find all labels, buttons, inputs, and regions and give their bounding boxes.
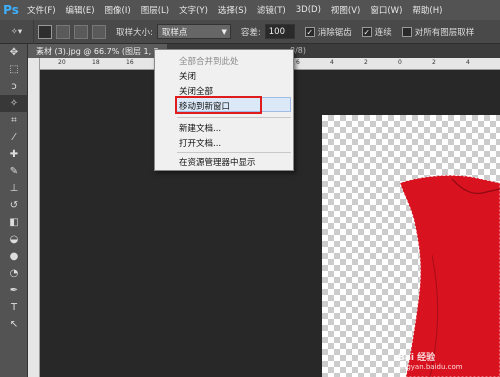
subtract-selection-button[interactable] bbox=[74, 24, 88, 39]
menu-filter[interactable]: 滤镜(T) bbox=[252, 4, 291, 16]
document-tab-title: 素材 (3).jpg @ 66.7% (图层 1, R bbox=[36, 46, 160, 56]
chevron-down-icon: ▼ bbox=[221, 27, 227, 36]
new-selection-button[interactable] bbox=[38, 24, 52, 39]
tools-panel: ✥ ⬚ ↄ ✧ ⌗ ⁄ ✚ ✎ ⊥ ↺ ◧ ◒ ● ◔ ✒ T ↖ bbox=[0, 44, 28, 377]
menu-edit[interactable]: 编辑(E) bbox=[61, 4, 100, 16]
all-layers-label: 对所有图层取样 bbox=[414, 27, 475, 38]
ruler-tick: 4 bbox=[330, 59, 334, 66]
contiguous-label: 连续 bbox=[374, 27, 392, 38]
menu-item-open-document[interactable]: 打开文档... bbox=[179, 137, 221, 149]
healing-brush-tool-icon[interactable]: ✚ bbox=[0, 146, 28, 163]
photoshop-logo: Ps bbox=[3, 3, 19, 17]
ruler-tick: 0 bbox=[398, 59, 402, 66]
ruler-tick: 2 bbox=[364, 59, 368, 66]
menu-item-show-in-explorer[interactable]: 在资源管理器中显示 bbox=[179, 156, 256, 168]
eraser-tool-icon[interactable]: ◧ bbox=[0, 214, 28, 231]
menu-separator bbox=[177, 152, 291, 153]
sample-size-label: 取样大小: bbox=[116, 27, 153, 38]
type-tool-icon[interactable]: T bbox=[0, 299, 28, 316]
menu-help[interactable]: 帮助(H) bbox=[407, 4, 447, 16]
ruler-tick: 16 bbox=[126, 59, 134, 66]
sample-size-value: 取样点 bbox=[161, 27, 188, 38]
menu-item-close[interactable]: 关闭 bbox=[179, 70, 196, 82]
marquee-tool-icon[interactable]: ⬚ bbox=[0, 61, 28, 78]
watermark-text: Bai 经验 bbox=[398, 353, 436, 363]
ruler-tick: 4 bbox=[466, 59, 470, 66]
move-tool-icon[interactable]: ✥ bbox=[0, 44, 28, 61]
anti-alias-checkbox[interactable]: ✓ bbox=[304, 26, 315, 37]
menu-3d[interactable]: 3D(D) bbox=[291, 5, 326, 15]
red-dress-image bbox=[399, 175, 500, 377]
eyedropper-tool-icon[interactable]: ⁄ bbox=[0, 129, 28, 146]
tab-context-menu: 全部合并到此处 关闭 关闭全部 移动到新窗口 新建文档... 打开文档... 在… bbox=[154, 49, 294, 171]
dodge-tool-icon[interactable]: ◔ bbox=[0, 265, 28, 282]
pen-tool-icon[interactable]: ✒ bbox=[0, 282, 28, 299]
menu-bar: Ps 文件(F) 编辑(E) 图像(I) 图层(L) 文字(Y) 选择(S) 滤… bbox=[0, 0, 500, 20]
menu-image[interactable]: 图像(I) bbox=[100, 4, 136, 16]
lasso-tool-icon[interactable]: ↄ bbox=[0, 78, 28, 95]
blur-tool-icon[interactable]: ● bbox=[0, 248, 28, 265]
tool-preset-picker[interactable]: ✧▾ bbox=[0, 19, 34, 44]
highlight-annotation-box bbox=[175, 96, 262, 114]
menu-separator bbox=[177, 117, 291, 118]
menu-type[interactable]: 文字(Y) bbox=[174, 4, 213, 16]
contiguous-checkbox[interactable]: ✓ bbox=[361, 26, 372, 37]
paint-bucket-tool-icon[interactable]: ◒ bbox=[0, 231, 28, 248]
options-bar: ✧▾ 取样大小: 取样点 ▼ 容差: 100 ✓ 消除锯齿 ✓ 连续 对所有图层… bbox=[0, 19, 500, 44]
menu-item-new-document[interactable]: 新建文档... bbox=[179, 122, 221, 134]
document-tab[interactable]: 素材 (3).jpg @ 66.7% (图层 1, R bbox=[28, 44, 168, 58]
all-layers-checkbox[interactable] bbox=[401, 26, 412, 37]
tolerance-input[interactable]: 100 bbox=[264, 24, 295, 39]
history-brush-tool-icon[interactable]: ↺ bbox=[0, 197, 28, 214]
crop-tool-icon[interactable]: ⌗ bbox=[0, 112, 28, 129]
sample-size-select[interactable]: 取样点 ▼ bbox=[156, 24, 231, 39]
menu-select[interactable]: 选择(S) bbox=[213, 4, 252, 16]
menu-window[interactable]: 窗口(W) bbox=[365, 4, 407, 16]
anti-alias-label: 消除锯齿 bbox=[317, 27, 352, 38]
clone-stamp-tool-icon[interactable]: ⊥ bbox=[0, 180, 28, 197]
menu-item-merge-all[interactable]: 全部合并到此处 bbox=[179, 55, 239, 67]
menu-view[interactable]: 视图(V) bbox=[326, 4, 365, 16]
tolerance-label: 容差: bbox=[240, 27, 261, 38]
brush-tool-icon[interactable]: ✎ bbox=[0, 163, 28, 180]
baidu-watermark: Bai 经验 jingyan.baidu.com bbox=[398, 350, 463, 371]
ruler-tick: 20 bbox=[58, 59, 66, 66]
watermark-url: jingyan.baidu.com bbox=[398, 363, 463, 371]
magic-wand-icon: ✧▾ bbox=[10, 26, 23, 37]
ruler-tick: 6 bbox=[296, 59, 300, 66]
menu-file[interactable]: 文件(F) bbox=[22, 4, 61, 16]
ruler-tick: 18 bbox=[92, 59, 100, 66]
intersect-selection-button[interactable] bbox=[92, 24, 106, 39]
ruler-tick: 2 bbox=[432, 59, 436, 66]
magic-wand-tool-icon[interactable]: ✧ bbox=[0, 95, 28, 112]
ruler-vertical bbox=[28, 58, 40, 377]
path-selection-tool-icon[interactable]: ↖ bbox=[0, 316, 28, 333]
document-canvas[interactable] bbox=[322, 115, 500, 377]
menu-layer[interactable]: 图层(L) bbox=[136, 4, 174, 16]
add-to-selection-button[interactable] bbox=[56, 24, 70, 39]
